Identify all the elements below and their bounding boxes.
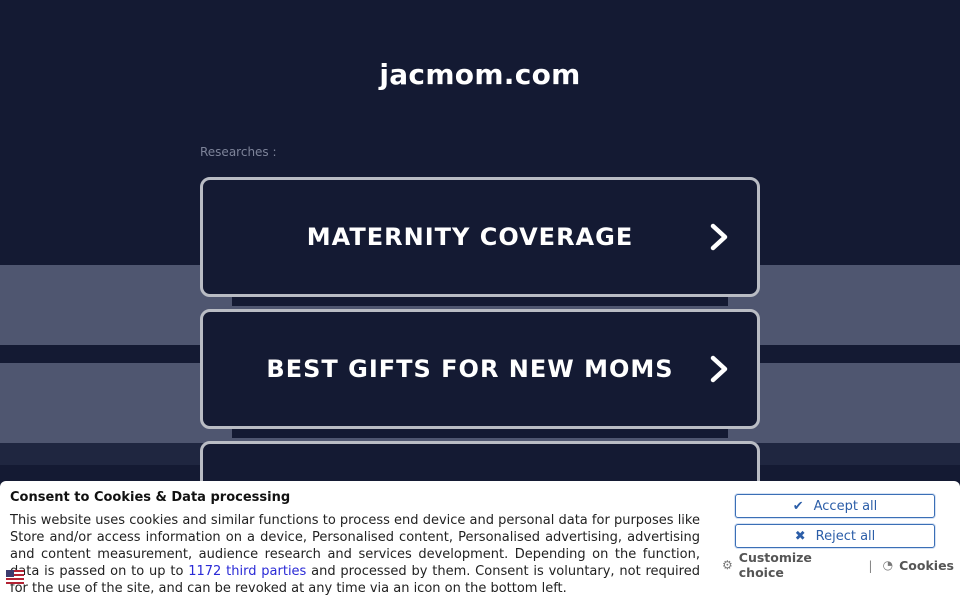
gear-icon: ⚙ — [722, 558, 733, 572]
cookie-consent-banner: Consent to Cookies & Data processing Thi… — [0, 481, 960, 600]
consent-links: ⚙ Customize choice | ◔ Cookies — [722, 550, 954, 580]
search-link-maternity-coverage[interactable]: MATERNITY COVERAGE — [200, 177, 760, 297]
reject-all-label: Reject all — [815, 528, 876, 544]
researches-label: Researches : — [200, 145, 277, 159]
language-icon[interactable] — [6, 570, 24, 584]
x-icon: ✖ — [794, 528, 806, 544]
search-link-best-gifts-for-new-moms[interactable]: BEST GIFTS FOR NEW MOMS — [200, 309, 760, 429]
chevron-right-icon — [710, 223, 728, 251]
chevron-right-icon — [710, 355, 728, 383]
background-band-inner — [232, 428, 728, 438]
background-band-inner — [232, 296, 728, 306]
accept-all-label: Accept all — [813, 498, 878, 514]
consent-title: Consent to Cookies & Data processing — [10, 490, 291, 505]
accept-all-button[interactable]: ✔ Accept all — [735, 494, 935, 518]
page: jacmom.com Researches : MATERNITY COVERA… — [0, 0, 960, 600]
third-parties-link[interactable]: 1172 third parties — [188, 564, 306, 579]
customize-choice-link[interactable]: Customize choice — [739, 550, 859, 580]
check-icon: ✔ — [792, 498, 804, 514]
reject-all-button[interactable]: ✖ Reject all — [735, 524, 935, 548]
search-link-label: MATERNITY COVERAGE — [306, 223, 634, 251]
cookie-icon: ◔ — [882, 558, 894, 572]
search-link-label: BEST GIFTS FOR NEW MOMS — [266, 355, 674, 383]
cookies-link[interactable]: Cookies — [899, 558, 954, 573]
divider: | — [868, 557, 873, 573]
consent-text: This website uses cookies and similar fu… — [10, 512, 700, 597]
site-title: jacmom.com — [379, 58, 581, 91]
